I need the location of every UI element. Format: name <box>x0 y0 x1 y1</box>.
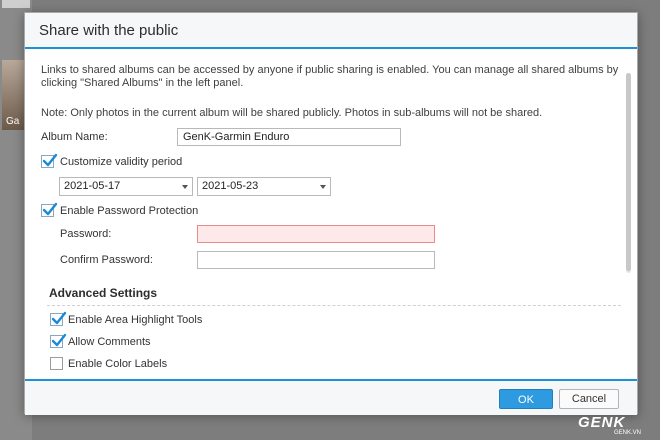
area-highlight-checkbox[interactable] <box>50 311 67 326</box>
confirm-password-label: Confirm Password: <box>60 254 153 266</box>
password-protection-label: Enable Password Protection <box>60 205 199 217</box>
background-item-label: Ga <box>6 116 20 127</box>
checkmark-icon <box>51 311 67 325</box>
dialog-title: Share with the public <box>39 22 179 39</box>
dialog-content: Links to shared albums can be accessed b… <box>25 49 637 379</box>
watermark-logo: GENK <box>578 414 626 431</box>
validity-label: Customize validity period <box>60 156 183 168</box>
dialog-title-bar: Share with the public <box>25 13 637 49</box>
section-divider <box>47 305 621 306</box>
start-date-value: 2021-05-17 <box>64 180 121 192</box>
background-thumbnail-strip <box>2 0 30 8</box>
end-date-select[interactable]: 2021-05-23 <box>197 177 331 196</box>
validity-checkbox[interactable] <box>41 153 58 168</box>
color-labels-checkbox[interactable] <box>50 357 63 370</box>
allow-comments-checkbox[interactable] <box>50 333 67 348</box>
album-name-input[interactable]: GenK-Garmin Enduro <box>177 128 401 146</box>
password-protection-checkbox[interactable] <box>41 202 58 217</box>
checkmark-icon <box>42 202 58 216</box>
area-highlight-label: Enable Area Highlight Tools <box>68 314 203 326</box>
confirm-password-input[interactable] <box>197 251 435 269</box>
advanced-settings-title: Advanced Settings <box>49 286 158 300</box>
share-dialog: Share with the public Links to shared al… <box>24 12 638 415</box>
end-date-value: 2021-05-23 <box>202 180 259 192</box>
start-date-select[interactable]: 2021-05-17 <box>59 177 193 196</box>
checkmark-icon <box>42 153 58 167</box>
password-input[interactable] <box>197 225 435 243</box>
allow-comments-label: Allow Comments <box>68 336 151 348</box>
watermark-site: GENK.VN <box>614 430 642 436</box>
checkmark-icon <box>51 333 67 347</box>
cancel-button[interactable]: Cancel <box>559 389 619 409</box>
description-text: Links to shared albums can be accessed b… <box>41 64 619 89</box>
ok-button[interactable]: OK <box>499 389 553 409</box>
note-text: Note: Only photos in the current album w… <box>41 107 543 119</box>
color-labels-label: Enable Color Labels <box>68 358 168 370</box>
chevron-down-icon <box>320 185 326 189</box>
password-label: Password: <box>60 228 112 240</box>
scrollbar-thumb[interactable] <box>626 73 631 271</box>
dialog-footer: OK Cancel <box>25 379 637 415</box>
album-name-label: Album Name: <box>41 131 108 143</box>
chevron-down-icon <box>182 185 188 189</box>
